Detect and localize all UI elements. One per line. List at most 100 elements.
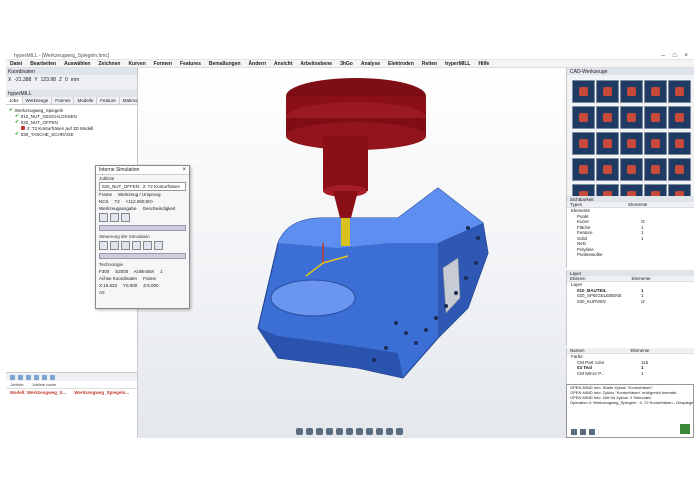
tab-werkzeuge[interactable]: Werkzeuge xyxy=(23,97,53,104)
stop-icon[interactable] xyxy=(571,429,577,435)
list-item[interactable]: CM Mirror P... 1 xyxy=(567,371,694,377)
view-iso-icon[interactable] xyxy=(316,427,323,435)
view-fit-icon[interactable] xyxy=(366,427,373,435)
view-light-icon[interactable] xyxy=(386,427,393,435)
cad-tool-icon[interactable] xyxy=(620,106,643,129)
menu-arbeitsebene[interactable]: Arbeitsebene xyxy=(296,61,336,67)
tab-modelle[interactable]: Modelle xyxy=(74,97,98,104)
confirm-button[interactable] xyxy=(680,424,690,434)
close-button[interactable]: × xyxy=(684,53,688,59)
col-elemente[interactable]: Elemente xyxy=(625,202,650,207)
menu-ansicht[interactable]: Ansicht xyxy=(270,61,296,67)
tree-item[interactable]: ✔ 030_TASCHE_SCHRÄGE xyxy=(9,131,134,137)
tree-item-label: 2: T2 Konturfräsen auf 3D Modell xyxy=(27,125,94,131)
joblist-select[interactable]: 020_NUT_OFFEN : 2: T2 Konturfräsen xyxy=(99,182,186,191)
col-ebenen[interactable]: Ebenen xyxy=(567,276,589,281)
list-item[interactable]: 030_KURVEN/2 xyxy=(567,299,694,305)
col-elemente[interactable]: Elemente xyxy=(629,276,654,281)
col-elemente[interactable]: Elemente xyxy=(628,348,653,353)
col-typen[interactable]: Typen xyxy=(567,202,585,207)
job-row[interactable]: Modell: Werkzeugweg_S... Werkzeugweg_Spi… xyxy=(6,389,137,396)
tab-frames[interactable]: Frames xyxy=(52,97,75,104)
frame-checkbox[interactable]: Frame xyxy=(143,276,156,281)
view-right-icon[interactable] xyxy=(346,427,353,435)
view-top-icon[interactable] xyxy=(326,427,333,435)
edit-icon[interactable] xyxy=(18,374,23,380)
cad-tool-icon[interactable] xyxy=(668,80,691,103)
menu-analyse[interactable]: Analyse xyxy=(357,61,384,67)
menu-formen[interactable]: Formen xyxy=(150,61,176,67)
view-section-icon[interactable] xyxy=(376,427,383,435)
cad-tool-icon[interactable] xyxy=(620,80,643,103)
menu-kurven[interactable]: Kurven xyxy=(124,61,149,67)
holder-display-icon[interactable] xyxy=(110,213,119,222)
view-front-icon[interactable] xyxy=(336,427,343,435)
pause-icon[interactable] xyxy=(580,429,586,435)
settings-icon[interactable] xyxy=(42,374,47,380)
view-zoom-icon[interactable] xyxy=(356,427,363,435)
menu-elektroden[interactable]: Elektroden xyxy=(384,61,418,67)
delete-icon[interactable] xyxy=(26,374,31,380)
col-jobliste-name[interactable]: Jobliste name xyxy=(32,382,57,387)
new-job-icon[interactable] xyxy=(10,374,15,380)
menu-bearbeiten[interactable]: Bearbeiten xyxy=(26,61,60,67)
y-field[interactable]: 123.98 xyxy=(41,77,56,83)
play-icon[interactable] xyxy=(589,429,595,435)
z-field[interactable]: 0 xyxy=(65,77,68,83)
rewind-icon[interactable] xyxy=(99,241,108,250)
path-display-icon[interactable] xyxy=(121,213,130,222)
menu-3hgo[interactable]: 3hGo xyxy=(336,61,357,67)
tab-feature[interactable]: Feature xyxy=(97,97,120,104)
menu-hilfe[interactable]: Hilfe xyxy=(474,61,493,67)
cad-tool-icon[interactable] xyxy=(572,132,595,155)
cad-tool-icon[interactable] xyxy=(644,80,667,103)
cad-tool-icon[interactable] xyxy=(668,158,691,181)
tool-display-icon[interactable] xyxy=(99,213,108,222)
cad-tool-icon[interactable] xyxy=(572,106,595,129)
menu-features[interactable]: Features xyxy=(176,61,205,67)
end-icon[interactable] xyxy=(154,241,163,250)
view-wire-icon[interactable] xyxy=(306,427,313,435)
cad-tool-icon[interactable] xyxy=(644,158,667,181)
expand-icon[interactable] xyxy=(50,374,55,380)
cad-tool-icon[interactable] xyxy=(620,158,643,181)
cad-tool-icon[interactable] xyxy=(596,80,619,103)
cad-tool-icon[interactable] xyxy=(668,132,691,155)
menu-bemassungen[interactable]: Bemaßungen xyxy=(205,61,245,67)
cad-tool-icon[interactable] xyxy=(668,106,691,129)
menu-auswaehlen[interactable]: Auswählen xyxy=(60,61,94,67)
cad-tool-icon[interactable] xyxy=(596,158,619,181)
minimize-button[interactable]: – xyxy=(662,53,665,59)
cad-tool-icon[interactable] xyxy=(644,106,667,129)
list-item[interactable]: Punktewolke xyxy=(567,252,694,258)
menu-aendern[interactable]: Ändern xyxy=(245,61,271,67)
menu-reiten[interactable]: Reiten xyxy=(418,61,441,67)
view-shaded-icon[interactable] xyxy=(296,427,303,435)
cad-tool-icon[interactable] xyxy=(572,158,595,181)
unit-select[interactable]: mm xyxy=(71,77,79,83)
menu-zeichnen[interactable]: Zeichnen xyxy=(94,61,124,67)
col-namen[interactable]: Namen xyxy=(567,348,588,353)
cad-tool-icon[interactable] xyxy=(620,132,643,155)
cad-tool-icon[interactable] xyxy=(596,106,619,129)
tab-jobs[interactable]: Jobs xyxy=(6,97,23,104)
graphics-viewport[interactable] xyxy=(138,68,566,438)
check-icon[interactable] xyxy=(34,374,39,380)
tool-origin: <112.060;60> xyxy=(125,199,154,204)
cad-tool-icon[interactable] xyxy=(644,132,667,155)
cad-tool-icon[interactable] xyxy=(572,80,595,103)
cad-tool-icon[interactable] xyxy=(596,132,619,155)
maximize-button[interactable]: □ xyxy=(673,53,677,59)
pause-icon[interactable] xyxy=(132,241,141,250)
step-forward-icon[interactable] xyxy=(143,241,152,250)
step-back-icon[interactable] xyxy=(110,241,119,250)
view-settings-icon[interactable] xyxy=(396,427,403,435)
close-icon[interactable]: × xyxy=(182,167,186,173)
position-slider[interactable] xyxy=(99,253,186,259)
menu-datei[interactable]: Datei xyxy=(6,61,26,67)
play-icon[interactable] xyxy=(121,241,130,250)
x-field[interactable]: -21.388 xyxy=(14,77,31,83)
col-jobliste[interactable]: Jobliste xyxy=(10,382,24,387)
menu-hypermill[interactable]: hyperMILL xyxy=(441,61,474,67)
speed-slider[interactable] xyxy=(99,225,186,231)
